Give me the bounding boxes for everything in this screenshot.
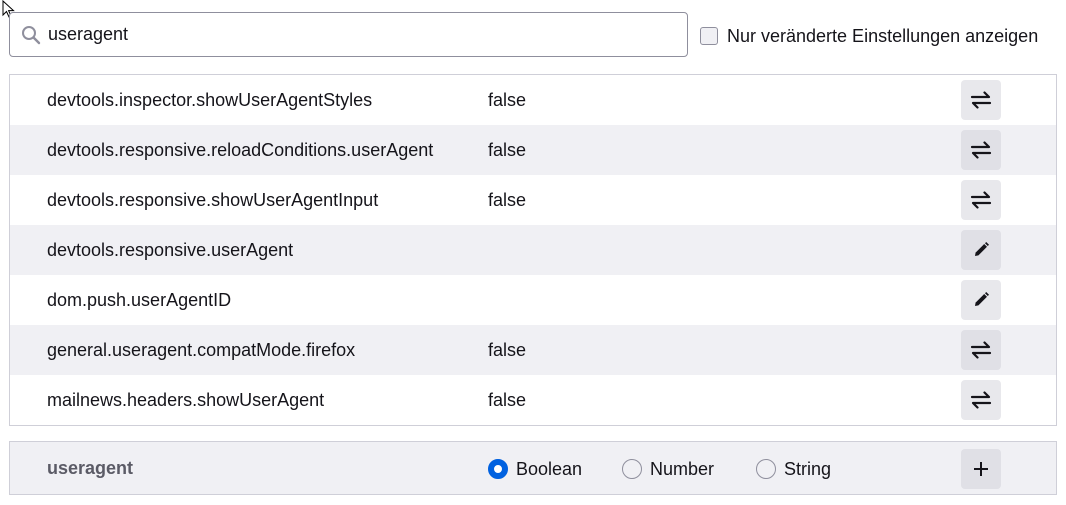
type-option-string[interactable]: String	[756, 457, 831, 481]
pref-name: dom.push.userAgentID	[47, 290, 232, 310]
toggle-icon	[970, 341, 992, 359]
pref-row[interactable]: devtools.inspector.showUserAgentStyles f…	[10, 75, 1056, 125]
toggle-icon	[970, 191, 992, 209]
edit-button[interactable]	[961, 280, 1001, 320]
pref-value: false	[488, 390, 527, 410]
preferences-table: devtools.inspector.showUserAgentStyles f…	[9, 74, 1057, 426]
edit-button[interactable]	[961, 230, 1001, 270]
radio-string[interactable]	[756, 459, 776, 479]
edit-icon	[975, 242, 989, 256]
pref-name: devtools.responsive.showUserAgentInput	[47, 190, 379, 210]
toggle-icon	[970, 141, 992, 159]
toggle-button[interactable]	[961, 130, 1001, 170]
pref-row[interactable]: dom.push.userAgentID	[10, 275, 1056, 325]
radio-number[interactable]	[622, 459, 642, 479]
search-input[interactable]	[48, 13, 668, 56]
radio-boolean[interactable]	[488, 459, 508, 479]
pref-name: general.useragent.compatMode.firefox	[47, 340, 356, 360]
type-option-boolean[interactable]: Boolean	[488, 457, 582, 481]
pref-row[interactable]: devtools.responsive.showUserAgentInput f…	[10, 175, 1056, 225]
modified-only-toggle[interactable]: Nur veränderte Einstellungen anzeigen	[700, 24, 1038, 48]
plus-icon	[974, 462, 988, 476]
toggle-button[interactable]	[961, 80, 1001, 120]
search-box[interactable]	[9, 12, 688, 57]
pref-name: mailnews.headers.showUserAgent	[47, 390, 325, 410]
pref-row[interactable]: devtools.responsive.reloadConditions.use…	[10, 125, 1056, 175]
toggle-button[interactable]	[961, 180, 1001, 220]
modified-only-checkbox[interactable]	[700, 27, 718, 45]
type-label-string: String	[784, 458, 832, 479]
modified-only-label: Nur veränderte Einstellungen anzeigen	[727, 25, 1039, 46]
new-pref-name: useragent	[47, 458, 134, 478]
pref-row[interactable]: general.useragent.compatMode.firefox fal…	[10, 325, 1056, 375]
pref-value: false	[488, 90, 527, 110]
pref-row[interactable]: devtools.responsive.userAgent	[10, 225, 1056, 275]
edit-icon	[975, 292, 989, 306]
pref-name: devtools.responsive.reloadConditions.use…	[47, 140, 434, 160]
pref-value: false	[488, 340, 527, 360]
type-option-number[interactable]: Number	[622, 457, 714, 481]
type-label-boolean: Boolean	[516, 458, 583, 479]
pref-row[interactable]: mailnews.headers.showUserAgent false	[10, 375, 1056, 425]
pref-value: false	[488, 140, 527, 160]
add-pref-row: useragent Boolean Number String	[9, 441, 1057, 495]
toggle-icon	[970, 91, 992, 109]
toggle-button[interactable]	[961, 380, 1001, 420]
add-button[interactable]	[961, 449, 1001, 489]
pref-value: false	[488, 190, 527, 210]
pref-name: devtools.inspector.showUserAgentStyles	[47, 90, 373, 110]
pref-name: devtools.responsive.userAgent	[47, 240, 294, 260]
search-icon	[22, 26, 41, 45]
toggle-button[interactable]	[961, 330, 1001, 370]
type-label-number: Number	[650, 458, 715, 479]
toggle-icon	[970, 391, 992, 409]
